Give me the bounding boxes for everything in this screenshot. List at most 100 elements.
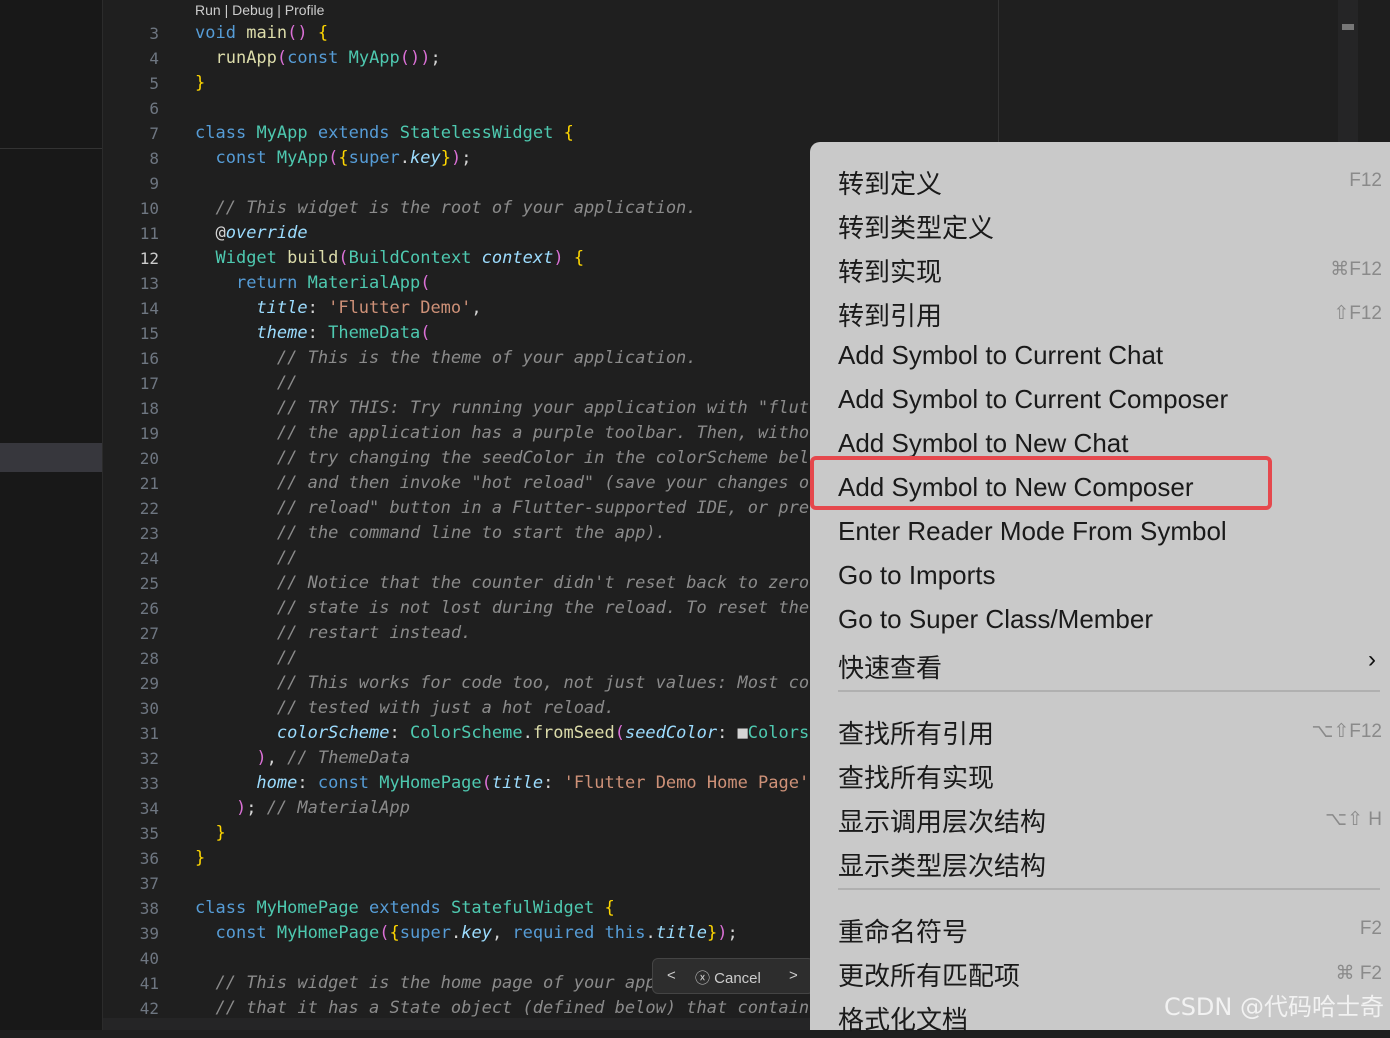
code-line[interactable] — [195, 171, 815, 196]
menu-item[interactable]: 转到类型定义 — [838, 202, 1378, 246]
line-number: 17 — [139, 374, 159, 393]
code-line[interactable]: return MaterialApp( — [195, 271, 815, 296]
cancel-button[interactable]: ⓧ Cancel — [695, 967, 761, 988]
code-line[interactable]: // — [195, 646, 815, 671]
line-number: 20 — [139, 449, 159, 468]
menu-item[interactable]: 转到引用 ⇧F12 — [838, 290, 1382, 334]
menu-item-label: Enter Reader Mode From Symbol — [838, 516, 1227, 546]
code-line[interactable]: theme: ThemeData( — [195, 321, 815, 346]
line-number: 28 — [139, 649, 159, 668]
line-number: 38 — [139, 899, 159, 918]
watermark: CSDN @代码哈士奇 — [1163, 993, 1384, 1021]
inline-action-bar: < ⓧ Cancel > — [652, 958, 814, 994]
menu-separator — [838, 690, 1380, 692]
code-editor[interactable]: void main() { runApp(const MyApp());} cla… — [195, 21, 815, 1021]
code-line[interactable]: home: const MyHomePage(title: 'Flutter D… — [195, 771, 815, 796]
line-number: 27 — [139, 624, 159, 643]
menu-item-label: 显示调用层次结构 — [838, 807, 1047, 837]
menu-item-label: 重命名符号 — [838, 917, 969, 947]
code-line[interactable] — [195, 871, 815, 896]
highlight-box — [810, 456, 1272, 510]
line-number: 25 — [139, 574, 159, 593]
code-line[interactable]: // reload" button in a Flutter-supported… — [195, 496, 815, 521]
menu-item[interactable]: Add Symbol to Current Composer — [838, 378, 1378, 422]
line-number: 23 — [139, 524, 159, 543]
sidebar-selected-row[interactable] — [0, 443, 102, 472]
code-line[interactable]: title: 'Flutter Demo', — [195, 296, 815, 321]
code-line[interactable]: // restart instead. — [195, 621, 815, 646]
line-number: 31 — [139, 724, 159, 743]
code-line[interactable]: // This works for code too, not just val… — [195, 671, 815, 696]
menu-item-label: 显示类型层次结构 — [838, 851, 1047, 881]
menu-item-shortcut: ⌘F12 — [1330, 259, 1382, 280]
menu-item[interactable]: 转到定义 F12 — [838, 158, 1382, 202]
code-line[interactable]: // Notice that the counter didn't reset … — [195, 571, 815, 596]
code-line[interactable]: Widget build(BuildContext context) { — [195, 246, 815, 271]
code-line[interactable]: class MyHomePage extends StatefulWidget … — [195, 896, 815, 921]
menu-item-label: Go to Super Class/Member — [838, 604, 1154, 634]
menu-item-label: 快速查看 — [838, 653, 943, 683]
menu-item-label: 转到类型定义 — [838, 213, 995, 243]
line-number: 37 — [139, 874, 159, 893]
line-number: 8 — [149, 149, 159, 168]
line-number: 16 — [139, 349, 159, 368]
sidebar-divider — [0, 148, 102, 149]
menu-item[interactable]: Add Symbol to Current Chat — [838, 334, 1378, 378]
menu-item-label: 转到定义 — [838, 169, 943, 199]
menu-item[interactable]: 显示类型层次结构 — [838, 840, 1378, 884]
code-line[interactable]: // TRY THIS: Try running your applicatio… — [195, 396, 815, 421]
menu-item[interactable]: 转到实现 ⌘F12 — [838, 246, 1382, 290]
menu-item-label: Add Symbol to New Chat — [838, 428, 1129, 458]
code-line[interactable]: } — [195, 846, 815, 871]
code-line[interactable]: ); // MaterialApp — [195, 796, 815, 821]
menu-item[interactable]: 重命名符号 F2 — [838, 906, 1382, 950]
code-line[interactable]: // state is not lost during the reload. … — [195, 596, 815, 621]
menu-item-label: 查找所有实现 — [838, 763, 995, 793]
line-number: 9 — [149, 174, 159, 193]
code-line[interactable]: // — [195, 546, 815, 571]
menu-item-shortcut: F2 — [1359, 918, 1382, 939]
context-menu: › 转到定义 F12 转到类型定义 转到实现 ⌘F12 转到引用 ⇧F12 Add Symbo… — [810, 142, 1390, 1035]
line-number: 13 — [139, 274, 159, 293]
menu-item[interactable]: Go to Imports — [838, 554, 1378, 598]
code-line[interactable]: } — [195, 71, 815, 96]
line-number: 26 — [139, 599, 159, 618]
code-line[interactable] — [195, 96, 815, 121]
menu-item[interactable]: 快速查看 — [838, 642, 1378, 686]
menu-item-shortcut: ⌥⇧ H — [1325, 809, 1382, 830]
menu-item-label: Go to Imports — [838, 560, 996, 590]
menu-item-label: 转到引用 — [838, 301, 943, 331]
code-line[interactable]: colorScheme: ColorScheme.fromSeed(seedCo… — [195, 721, 815, 746]
code-line[interactable]: const MyHomePage({super.key, required th… — [195, 921, 815, 946]
menu-item[interactable]: 查找所有引用 ⌥⇧F12 — [838, 708, 1382, 752]
code-line[interactable]: // tested with just a hot reload. — [195, 696, 815, 721]
line-number: 33 — [139, 774, 159, 793]
menu-item[interactable]: 查找所有实现 — [838, 752, 1378, 796]
code-line[interactable]: @override — [195, 221, 815, 246]
menu-separator — [838, 888, 1380, 890]
code-line[interactable]: } — [195, 821, 815, 846]
code-line[interactable]: class MyApp extends StatelessWidget { — [195, 121, 815, 146]
prev-arrow-icon[interactable]: < — [667, 967, 676, 984]
code-line[interactable]: // try changing the seedColor in the col… — [195, 446, 815, 471]
code-line[interactable]: ), // ThemeData — [195, 746, 815, 771]
scrollbar-thumb[interactable] — [1342, 24, 1354, 30]
line-number: 14 — [139, 299, 159, 318]
code-line[interactable]: // the command line to start the app). — [195, 521, 815, 546]
code-line[interactable]: runApp(const MyApp()); — [195, 46, 815, 71]
codelens-run-debug-profile[interactable]: Run | Debug | Profile — [195, 2, 324, 18]
next-arrow-icon[interactable]: > — [789, 967, 798, 984]
menu-item[interactable]: Go to Super Class/Member — [838, 598, 1378, 642]
code-line[interactable]: // and then invoke "hot reload" (save yo… — [195, 471, 815, 496]
menu-item[interactable]: 显示调用层次结构 ⌥⇧ H — [838, 796, 1382, 840]
code-line[interactable]: // — [195, 371, 815, 396]
code-line[interactable]: void main() { — [195, 21, 815, 46]
code-line[interactable]: // This is the theme of your application… — [195, 346, 815, 371]
menu-item[interactable]: Enter Reader Mode From Symbol — [838, 510, 1378, 554]
code-line[interactable]: // This widget is the root of your appli… — [195, 196, 815, 221]
code-line[interactable]: const MyApp({super.key}); — [195, 146, 815, 171]
line-number: 24 — [139, 549, 159, 568]
line-number: 5 — [149, 74, 159, 93]
menu-item-label: Add Symbol to Current Composer — [838, 384, 1229, 414]
code-line[interactable]: // the application has a purple toolbar.… — [195, 421, 815, 446]
